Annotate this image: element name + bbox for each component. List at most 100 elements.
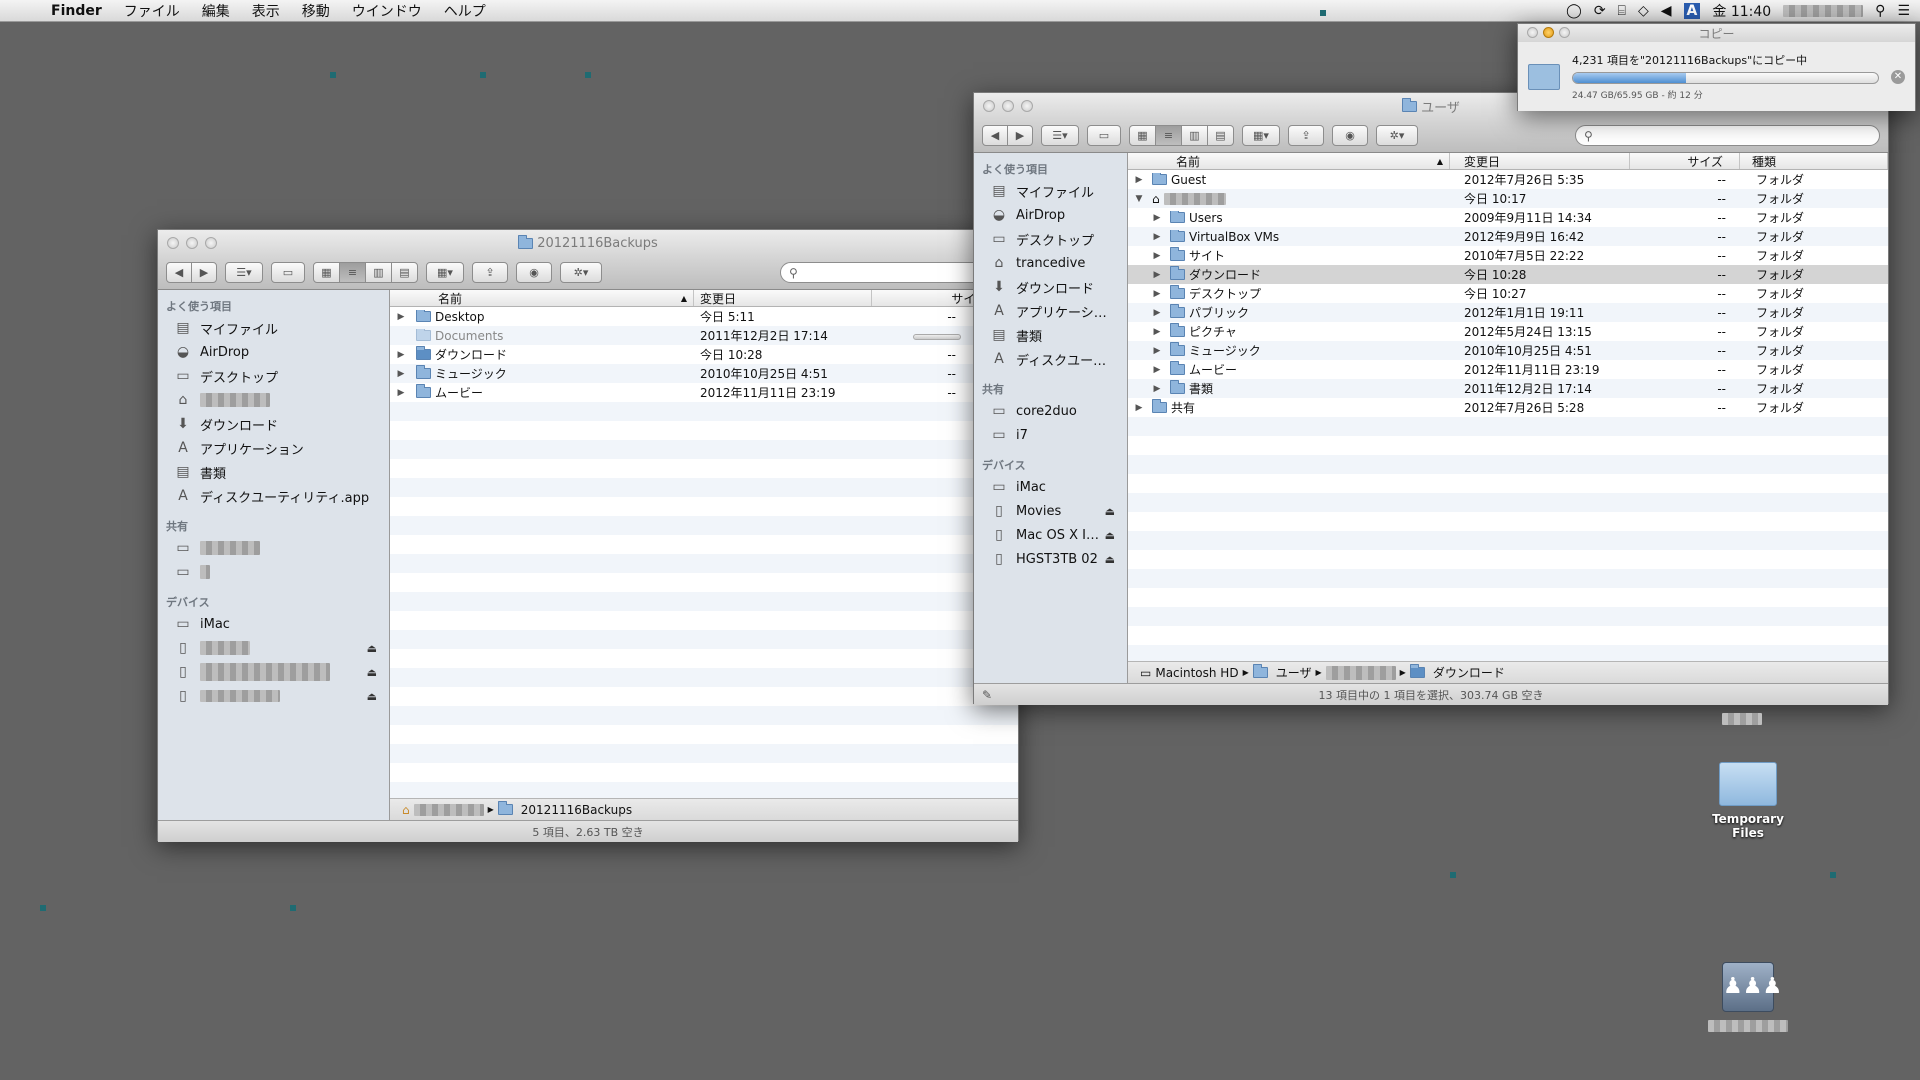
disclosure-triangle-icon[interactable]: ▶: [394, 369, 408, 379]
sidebar-item-desktop[interactable]: ▭ デスクトップ: [158, 364, 389, 388]
table-row[interactable]: ▶ ムービー 2012年11月11日 23:19 --: [390, 383, 1018, 402]
table-row[interactable]: ▶ ダウンロード 今日 10:28 --: [390, 345, 1018, 364]
coverflow-view-button[interactable]: ▤: [1207, 125, 1234, 146]
disclosure-triangle-icon[interactable]: ▶: [1150, 384, 1164, 394]
table-row[interactable]: ▶ ダウンロード 今日 10:28 -- フォルダ: [1128, 265, 1888, 284]
sidebar-item-shared-computer[interactable]: ▭: [158, 560, 389, 584]
eject-icon[interactable]: ⏏: [367, 666, 377, 679]
sidebar-item-i7[interactable]: ▭ i7: [974, 423, 1127, 447]
volume-icon[interactable]: ◀: [1661, 3, 1672, 19]
zoom-button[interactable]: [205, 237, 217, 249]
wifi-icon[interactable]: ◇: [1638, 3, 1649, 19]
quicklook-button[interactable]: ◉: [1332, 125, 1368, 146]
disclosure-triangle-icon[interactable]: ▶: [1150, 289, 1164, 299]
sidebar-item-airdrop[interactable]: ◒ AirDrop: [974, 203, 1127, 227]
disclosure-triangle-icon[interactable]: ▶: [1132, 175, 1146, 185]
close-button[interactable]: [1527, 27, 1538, 38]
coverflow-view-button[interactable]: ▤: [391, 262, 418, 283]
desktop-item-redacted[interactable]: [1722, 695, 1778, 735]
search-field[interactable]: ⚲: [1575, 125, 1880, 146]
disclosure-triangle-icon[interactable]: ▶: [1150, 270, 1164, 280]
column-view-button[interactable]: ▥: [1181, 125, 1208, 146]
list-view-button[interactable]: ≡: [1155, 125, 1182, 146]
disclosure-triangle-icon[interactable]: ▶: [1150, 346, 1164, 356]
sidebar-item-drive[interactable]: ▯ ⏏: [158, 660, 389, 684]
minimize-button[interactable]: [186, 237, 198, 249]
table-row[interactable]: ▶ Desktop 今日 5:11 --: [390, 307, 1018, 326]
disclosure-triangle-icon[interactable]: ▶: [1150, 308, 1164, 318]
arrange-button[interactable]: ☰▾: [1041, 125, 1079, 146]
back-button[interactable]: ◀: [166, 262, 192, 283]
new-folder-button[interactable]: ▭: [271, 262, 305, 283]
zoom-button[interactable]: [1559, 27, 1570, 38]
eject-icon[interactable]: ⏏: [1105, 553, 1115, 566]
action-gear-button[interactable]: ✲▾: [1376, 125, 1418, 146]
sidebar-item-documents[interactable]: ▤ 書類: [158, 460, 389, 484]
disclosure-triangle-icon[interactable]: ▶: [1150, 365, 1164, 375]
time-machine-icon[interactable]: ⟳: [1594, 3, 1606, 19]
group-button[interactable]: ▦▾: [426, 262, 464, 283]
table-row[interactable]: ▶ 書類 2011年12月2日 17:14 -- フォルダ: [1128, 379, 1888, 398]
sidebar-item-imac[interactable]: ▭ iMac: [158, 612, 389, 636]
sidebar-item-drive[interactable]: ▯ ⏏: [158, 684, 389, 708]
disclosure-triangle-icon[interactable]: ▶: [394, 388, 408, 398]
column-kind[interactable]: 種類: [1740, 153, 1888, 169]
menu-go[interactable]: 移動: [291, 1, 341, 21]
column-date[interactable]: 変更日: [694, 290, 872, 306]
cancel-copy-button[interactable]: ✕: [1891, 69, 1905, 84]
forward-button[interactable]: ▶: [191, 262, 217, 283]
table-row[interactable]: ▶ Guest 2012年7月26日 5:35 -- フォルダ: [1128, 170, 1888, 189]
share-button[interactable]: ⇪: [1288, 125, 1324, 146]
quicklook-button[interactable]: ◉: [516, 262, 552, 283]
display-icon[interactable]: ⌸: [1618, 3, 1626, 19]
sidebar-item-desktop[interactable]: ▭ デスクトップ: [974, 227, 1127, 251]
sidebar-item-downloads[interactable]: ⬇ ダウンロード: [974, 275, 1127, 299]
sidebar-item-macos-drive[interactable]: ▯ Mac OS X I… ⏏: [974, 523, 1127, 547]
forward-button[interactable]: ▶: [1007, 125, 1033, 146]
redacted-name[interactable]: [1325, 665, 1396, 680]
sidebar-item-all-files[interactable]: ▤ マイファイル: [974, 179, 1127, 203]
path-item[interactable]: Macintosh HD: [1155, 666, 1238, 680]
zoom-button[interactable]: [1021, 100, 1033, 112]
sidebar-item-downloads[interactable]: ⬇ ダウンロード: [158, 412, 389, 436]
home-icon[interactable]: ⌂: [402, 803, 410, 817]
window-titlebar[interactable]: 20121116Backups: [158, 230, 1018, 256]
sidebar-item-movies-drive[interactable]: ▯ Movies ⏏: [974, 499, 1127, 523]
list-view-button[interactable]: ≡: [339, 262, 366, 283]
sidebar-item-applications[interactable]: A アプリケーシ…: [974, 299, 1127, 323]
path-item[interactable]: ユーザ: [1276, 664, 1312, 681]
table-row[interactable]: ▶ 共有 2012年7月26日 5:28 -- フォルダ: [1128, 398, 1888, 417]
disclosure-triangle-icon[interactable]: ▶: [394, 350, 408, 360]
column-name[interactable]: 名前 ▲: [1128, 153, 1450, 169]
table-row[interactable]: ▶ ピクチャ 2012年5月24日 13:15 -- フォルダ: [1128, 322, 1888, 341]
window-titlebar[interactable]: コピー: [1518, 24, 1915, 42]
column-date[interactable]: 変更日: [1450, 153, 1630, 169]
sidebar-item-disk-utility[interactable]: A ディスクユー…: [974, 347, 1127, 371]
icon-view-button[interactable]: ▦: [313, 262, 340, 283]
icon-view-button[interactable]: ▦: [1129, 125, 1156, 146]
path-bar-toggle-icon[interactable]: ✎: [982, 688, 992, 702]
disclosure-triangle-icon[interactable]: ▶: [1150, 327, 1164, 337]
menu-file[interactable]: ファイル: [113, 1, 191, 21]
eject-icon[interactable]: ⏏: [367, 642, 377, 655]
column-view-button[interactable]: ▥: [365, 262, 392, 283]
redacted-name[interactable]: [413, 803, 484, 816]
sidebar-item-core2duo[interactable]: ▭ core2duo: [974, 399, 1127, 423]
disclosure-triangle-icon[interactable]: ▶: [394, 312, 408, 322]
eject-icon[interactable]: ⏏: [367, 690, 377, 703]
sidebar-item-disk-utility[interactable]: A ディスクユーティリティ.app: [158, 484, 389, 508]
table-row[interactable]: ▼ ⌂ 今日 10:17 -- フォルダ: [1128, 189, 1888, 208]
input-source-icon[interactable]: A: [1683, 2, 1701, 19]
disclosure-triangle-icon[interactable]: ▶: [1132, 403, 1146, 413]
menu-window[interactable]: ウインドウ: [341, 1, 433, 21]
sidebar-item-hgst-drive[interactable]: ▯ HGST3TB 02 ⏏: [974, 547, 1127, 571]
desktop-item-server[interactable]: ♟♟♟: [1708, 962, 1788, 1035]
sidebar-item-imac[interactable]: ▭ iMac: [974, 475, 1127, 499]
sidebar-item-applications[interactable]: A アプリケーション: [158, 436, 389, 460]
sidebar-item-home[interactable]: ⌂: [158, 388, 389, 412]
close-button[interactable]: [167, 237, 179, 249]
minimize-button[interactable]: [1543, 27, 1554, 38]
table-row[interactable]: ▶ Users 2009年9月11日 14:34 -- フォルダ: [1128, 208, 1888, 227]
sidebar-item-all-files[interactable]: ▤ マイファイル: [158, 316, 389, 340]
minimize-button[interactable]: [1002, 100, 1014, 112]
